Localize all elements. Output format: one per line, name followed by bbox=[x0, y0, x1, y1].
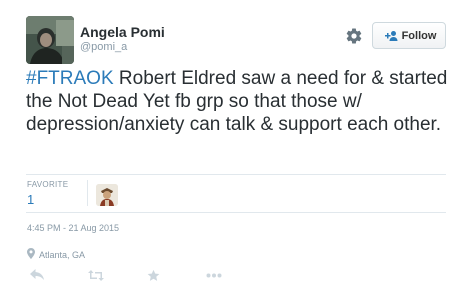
avatar-image bbox=[26, 16, 74, 64]
divider bbox=[26, 174, 446, 175]
favorite-count[interactable]: 1 bbox=[27, 192, 34, 207]
tweet-actions bbox=[26, 266, 286, 286]
tweet-text: #FTRAOK Robert Eldred saw a need for & s… bbox=[26, 67, 456, 136]
stat-divider bbox=[87, 180, 88, 206]
user-handle[interactable]: @pomi_a bbox=[80, 41, 127, 53]
tweet-location[interactable]: Atlanta, GA bbox=[27, 246, 85, 264]
star-icon[interactable] bbox=[147, 266, 160, 284]
add-person-icon bbox=[382, 30, 398, 42]
gear-icon[interactable] bbox=[345, 27, 363, 45]
reply-icon[interactable] bbox=[30, 266, 44, 284]
tweet-card: Angela Pomi @pomi_a Follow #FTRAOK Rober… bbox=[0, 0, 471, 307]
more-icon[interactable] bbox=[206, 266, 222, 284]
favoriter-avatar[interactable] bbox=[96, 184, 118, 206]
location-pin-icon bbox=[27, 246, 35, 264]
favoriter-avatar-image bbox=[96, 184, 118, 206]
follow-button[interactable]: Follow bbox=[372, 22, 446, 49]
user-avatar[interactable] bbox=[26, 16, 74, 64]
tweet-timestamp[interactable]: 4:45 PM - 21 Aug 2015 bbox=[27, 223, 119, 233]
favorite-stat-label: FAVORITE bbox=[27, 180, 69, 189]
retweet-icon[interactable] bbox=[88, 266, 104, 284]
divider bbox=[26, 212, 446, 213]
hashtag-link[interactable]: #FTRAOK bbox=[26, 68, 114, 89]
user-name[interactable]: Angela Pomi bbox=[80, 24, 165, 40]
location-text: Atlanta, GA bbox=[39, 250, 86, 260]
follow-button-label: Follow bbox=[401, 29, 437, 42]
